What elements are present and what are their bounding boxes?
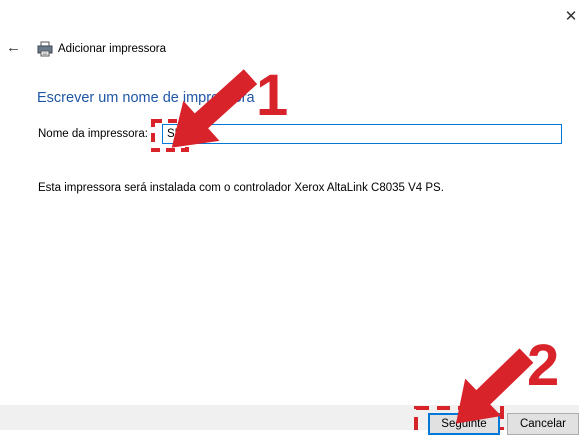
step-one-arrow: [171, 69, 258, 148]
tutorial-annotations: 1 2: [151, 63, 559, 430]
printer-name-label: Nome da impressora:: [38, 128, 148, 140]
driver-info-text: Esta impressora será instalada com o con…: [38, 182, 444, 194]
next-button[interactable]: Seguinte: [428, 413, 500, 435]
page-heading: Escrever um nome de impressora: [37, 90, 255, 106]
close-icon[interactable]: ✕: [564, 9, 578, 24]
wizard-title: Adicionar impressora: [58, 43, 167, 55]
step-one-number: 1: [256, 63, 288, 128]
printer-icon: [37, 41, 53, 57]
cancel-button[interactable]: Cancelar: [507, 413, 579, 435]
step-two-number: 2: [527, 333, 559, 398]
printer-name-input[interactable]: [162, 124, 562, 144]
back-arrow-icon[interactable]: ←: [6, 40, 22, 56]
